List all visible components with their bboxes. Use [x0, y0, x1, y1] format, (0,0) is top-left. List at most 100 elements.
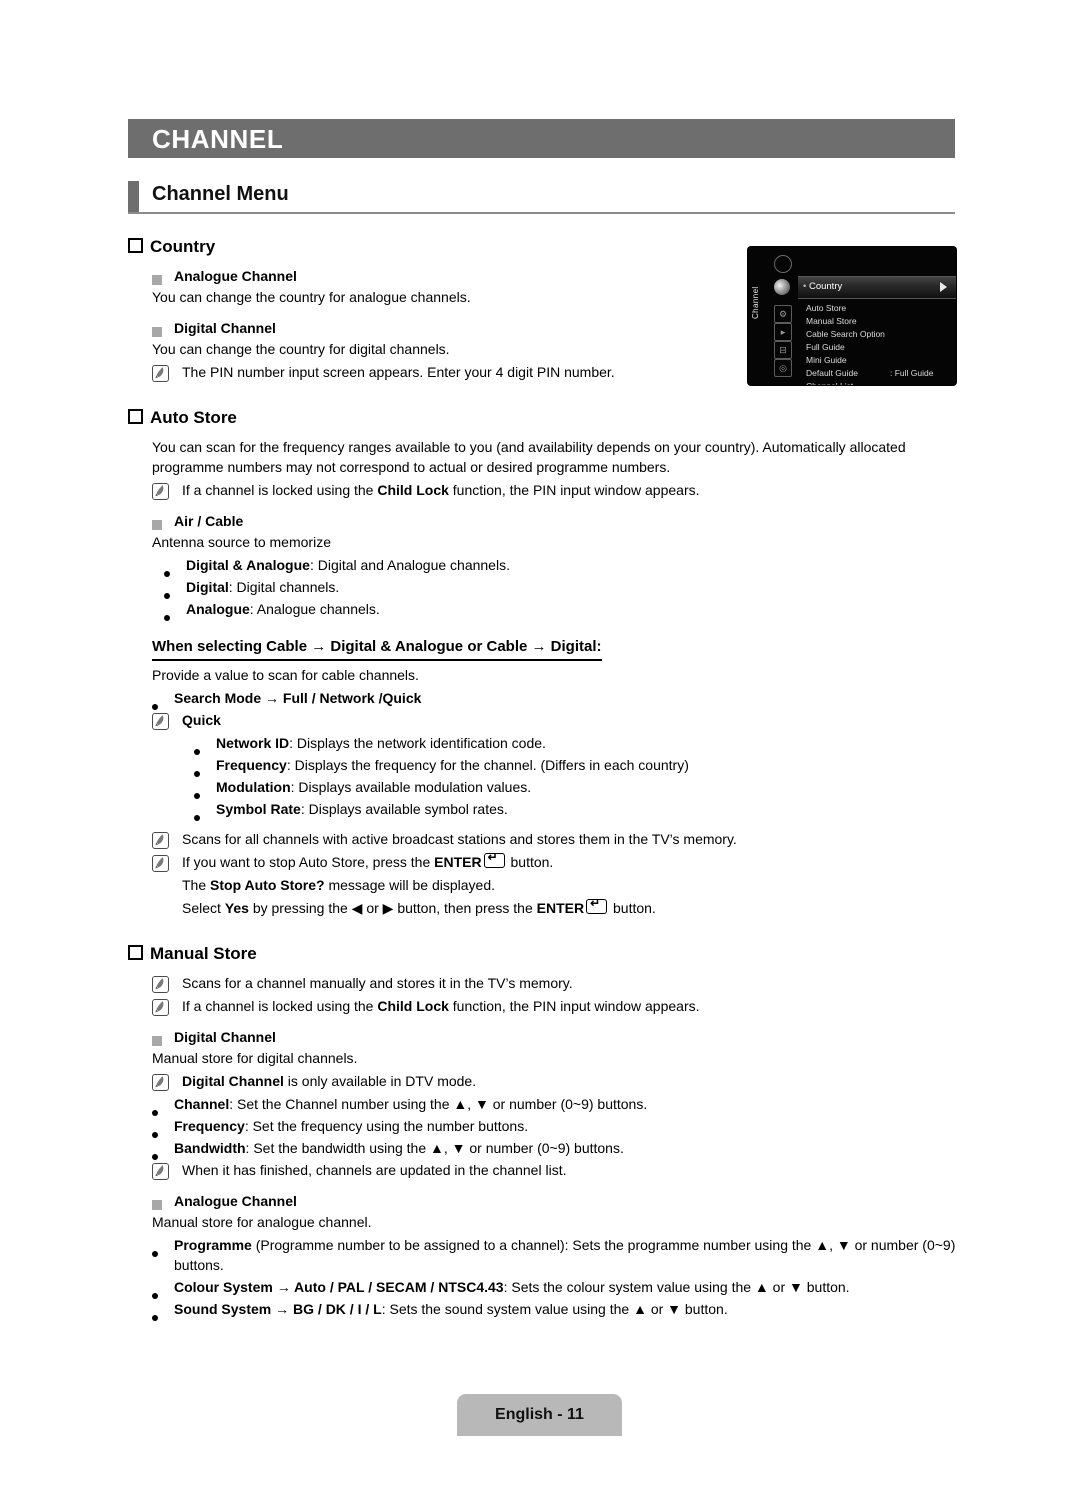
subheading-air-cable: Air / Cable	[128, 511, 958, 531]
filled-square-marker-icon	[152, 266, 174, 285]
note-country-pin-text: The PIN number input screen appears. Ent…	[182, 364, 615, 380]
subheading-country-analogue: Analogue Channel	[128, 266, 958, 286]
heading-auto-store: Auto Store	[128, 407, 958, 428]
subheading-cable-selection: When selecting Cable → Digital & Analogu…	[128, 636, 958, 661]
note-pencil-icon	[152, 480, 182, 501]
note-pencil-icon	[152, 852, 182, 873]
list-item-programme: Programme (Programme number to be assign…	[128, 1235, 958, 1275]
note-dtv-only-text: Digital Channel is only available in DTV…	[182, 1073, 477, 1089]
list-item-modulation: Modulation: Displays available modulatio…	[128, 777, 958, 799]
note-pencil-icon	[152, 996, 182, 1017]
main-content: Country Analogue Channel You can change …	[128, 236, 958, 1321]
note-quick-label: Quick	[182, 712, 221, 728]
note-finished-updated: When it has finished, channels are updat…	[128, 1160, 958, 1181]
note-stop-auto-store: If you want to stop Auto Store, press th…	[128, 850, 958, 873]
note-pencil-icon	[152, 1071, 182, 1092]
filled-square-marker-icon	[152, 318, 174, 337]
stop-auto-store-message: The Stop Auto Store? message will be dis…	[182, 877, 496, 893]
note-pencil-icon	[152, 973, 182, 994]
list-item-bandwidth: Bandwidth: Set the bandwidth using the ▲…	[128, 1138, 958, 1160]
note-pencil-icon	[152, 362, 182, 383]
chapter-banner: CHANNEL	[128, 119, 955, 158]
subheading-manual-digital-label: Digital Channel	[174, 1029, 276, 1045]
note-finished-updated-text: When it has finished, channels are updat…	[182, 1162, 567, 1178]
open-square-marker-icon	[128, 943, 150, 964]
manual-digital-body: Manual store for digital channels.	[152, 1050, 358, 1066]
subheading-air-cable-label: Air / Cable	[174, 513, 244, 529]
list-item-colour-system: Colour System → Auto / PAL / SECAM / NTS…	[128, 1277, 958, 1299]
list-item-digital-analogue: Digital & Analogue: Digital and Analogue…	[128, 555, 958, 577]
manual-page: CHANNEL Channel Menu Channel ⚙ ▸ ⊟ ◎ • C…	[0, 0, 1080, 1488]
page-footer-tab: English - 11	[457, 1394, 622, 1436]
subheading-cable-selection-label: When selecting Cable → Digital & Analogu…	[152, 636, 602, 661]
note-country-pin: The PIN number input screen appears. Ent…	[128, 362, 958, 383]
list-item-frequency-manual: Frequency: Set the frequency using the n…	[128, 1116, 958, 1138]
note-stop-auto-store-text: If you want to stop Auto Store, press th…	[182, 850, 554, 871]
enter-key-icon: ↵	[483, 851, 505, 868]
note-manual-scan-text: Scans for a channel manually and stores …	[182, 975, 573, 991]
note-manual-childlock: If a channel is locked using the Child L…	[128, 996, 958, 1017]
enter-key-icon: ↵	[586, 897, 608, 914]
manual-analogue-body: Manual store for analogue channel.	[152, 1214, 372, 1230]
note-scan-all-channels: Scans for all channels with active broad…	[128, 829, 958, 850]
bullet-dot-icon	[194, 755, 216, 777]
heading-manual-store-label: Manual Store	[150, 944, 257, 963]
bullet-dot-icon	[164, 599, 186, 621]
section-heading: Channel Menu	[128, 181, 955, 215]
bullet-dot-icon	[164, 577, 186, 599]
filled-square-marker-icon	[152, 1191, 174, 1210]
bullet-dot-icon	[194, 799, 216, 821]
list-item-symbol-rate: Symbol Rate: Displays available symbol r…	[128, 799, 958, 821]
list-item-sound-system: Sound System → BG / DK / I / L: Sets the…	[128, 1299, 958, 1321]
note-manual-childlock-text: If a channel is locked using the Child L…	[182, 998, 700, 1014]
country-digital-body: You can change the country for digital c…	[152, 341, 450, 357]
open-square-marker-icon	[128, 236, 150, 257]
bullet-dot-icon	[152, 1094, 174, 1116]
filled-square-marker-icon	[152, 511, 174, 530]
open-square-marker-icon	[128, 407, 150, 428]
note-pencil-icon	[152, 1160, 182, 1181]
list-item-digital: Digital: Digital channels.	[128, 577, 958, 599]
note-pencil-icon	[152, 829, 182, 850]
subheading-manual-digital: Digital Channel	[128, 1027, 958, 1047]
bullet-dot-icon	[152, 1116, 174, 1138]
list-item-analogue: Analogue: Analogue channels.	[128, 599, 958, 621]
section-rule	[128, 212, 955, 214]
heading-auto-store-label: Auto Store	[150, 408, 237, 427]
bullet-dot-icon	[152, 1138, 174, 1160]
subheading-manual-analogue: Analogue Channel	[128, 1191, 958, 1211]
bullet-dot-icon	[194, 777, 216, 799]
heading-manual-store: Manual Store	[128, 943, 958, 964]
page-number-label: English - 11	[495, 1406, 584, 1423]
cable-section-body: Provide a value to scan for cable channe…	[152, 667, 419, 683]
bullet-dot-icon	[152, 1277, 174, 1299]
note-dtv-only: Digital Channel is only available in DTV…	[128, 1071, 958, 1092]
list-item-search-mode: Search Mode → Full / Network /Quick	[128, 688, 958, 710]
note-auto-store-childlock-text: If a channel is locked using the Child L…	[182, 482, 700, 498]
filled-square-marker-icon	[152, 1027, 174, 1046]
subheading-country-analogue-label: Analogue Channel	[174, 268, 297, 284]
bullet-dot-icon	[152, 1235, 174, 1257]
subheading-country-digital: Digital Channel	[128, 318, 958, 338]
auto-store-body: You can scan for the frequency ranges av…	[152, 439, 906, 475]
list-item-network-id: Network ID: Displays the network identif…	[128, 733, 958, 755]
heading-country: Country	[128, 236, 958, 257]
subheading-manual-analogue-label: Analogue Channel	[174, 1193, 297, 1209]
bullet-dot-icon	[152, 1299, 174, 1321]
note-auto-store-childlock: If a channel is locked using the Child L…	[128, 480, 958, 501]
list-item-channel: Channel: Set the Channel number using th…	[128, 1094, 958, 1116]
note-manual-scan: Scans for a channel manually and stores …	[128, 973, 958, 994]
heading-country-label: Country	[150, 237, 216, 256]
note-scan-all-channels-text: Scans for all channels with active broad…	[182, 831, 737, 847]
section-accent-bar	[128, 181, 139, 212]
bullet-dot-icon	[164, 555, 186, 577]
country-analogue-body: You can change the country for analogue …	[152, 289, 471, 305]
select-yes-instruction: Select Yes by pressing the ◀ or ▶ button…	[182, 896, 656, 917]
note-quick: Quick	[128, 710, 958, 731]
bullet-dot-icon	[152, 688, 174, 710]
air-cable-body: Antenna source to memorize	[152, 534, 331, 550]
note-pencil-icon	[152, 710, 182, 731]
subheading-country-digital-label: Digital Channel	[174, 320, 276, 336]
chapter-title: CHANNEL	[152, 123, 284, 154]
list-item-frequency: Frequency: Displays the frequency for th…	[128, 755, 958, 777]
